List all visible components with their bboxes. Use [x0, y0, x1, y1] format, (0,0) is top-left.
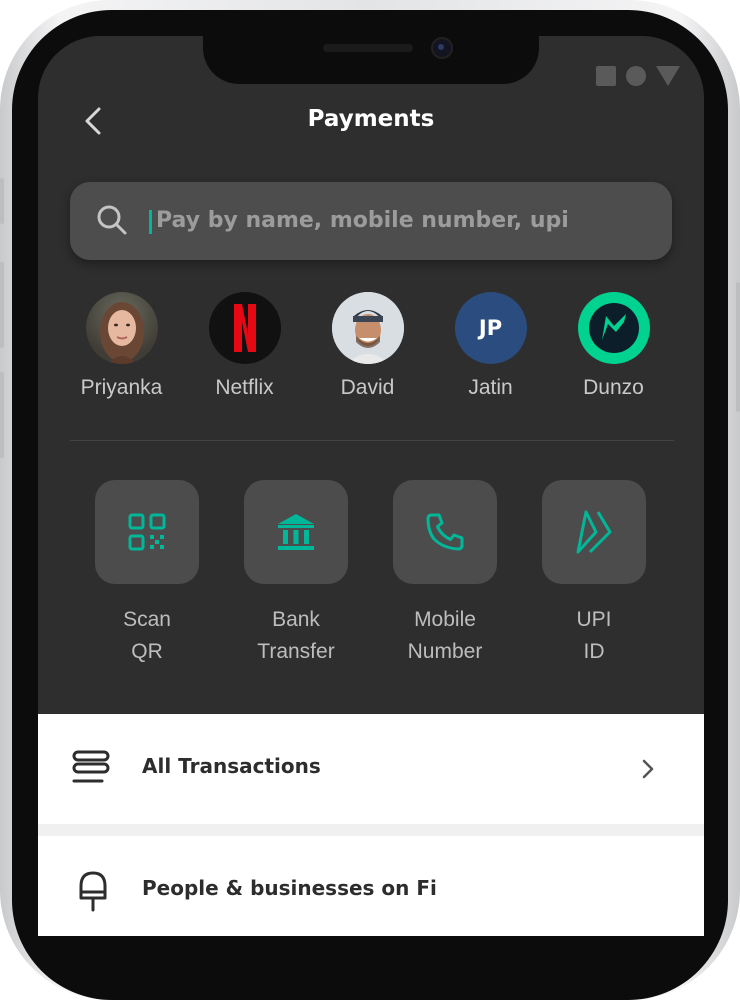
text-cursor [149, 210, 152, 234]
phone-power-button [736, 282, 740, 412]
contact-name: David [340, 376, 395, 399]
action-tile [95, 480, 199, 584]
action-label-line2: QR [131, 640, 163, 663]
search-input[interactable] [156, 198, 646, 242]
search-icon [94, 202, 130, 242]
app-screen: Payments Priyanka [38, 36, 704, 936]
search-bar[interactable] [70, 182, 672, 260]
phone-mute-switch [0, 178, 4, 224]
front-camera [431, 37, 453, 59]
action-label-line1: Mobile [414, 608, 476, 631]
list-panel: All Transactions People & businesses on … [38, 714, 704, 936]
qr-code-icon [128, 513, 166, 551]
contact-name: Priyanka [80, 376, 163, 399]
section-separator [38, 824, 704, 836]
contact-david[interactable]: David [306, 292, 429, 400]
chevron-right-icon [640, 758, 656, 784]
contact-name: Dunzo [583, 376, 644, 399]
back-triangle-icon [656, 66, 680, 86]
people-icon [78, 870, 108, 918]
people-businesses-row[interactable]: People & businesses on Fi [38, 836, 704, 936]
action-label-line1: Bank [272, 608, 320, 631]
row-label: People & businesses on Fi [142, 876, 437, 900]
speaker-grille [323, 44, 413, 52]
payment-options: Scan QR Bank Transfer Mobile Number UPI … [76, 480, 676, 680]
action-label-line1: UPI [576, 608, 612, 631]
contact-netflix[interactable]: Netflix [183, 292, 306, 400]
mobile-number-button[interactable]: Mobile Number [380, 480, 510, 668]
all-transactions-row[interactable]: All Transactions [38, 714, 704, 824]
row-label: All Transactions [142, 754, 321, 778]
upi-id-button[interactable]: UPI ID [529, 480, 659, 668]
avatar-initials: JP [478, 316, 503, 340]
transactions-icon [72, 750, 112, 790]
action-label: Bank Transfer [231, 604, 361, 668]
portrait-priyanka [99, 302, 144, 364]
contact-name: Jatin [468, 376, 513, 399]
contact-name: Netflix [215, 376, 274, 399]
action-label-line2: Number [407, 640, 483, 663]
action-label: Mobile Number [380, 604, 510, 668]
contact-priyanka[interactable]: Priyanka [60, 292, 183, 400]
phone-volume-down-button [0, 372, 4, 458]
bank-icon [278, 514, 314, 550]
dunzo-logo-icon [577, 292, 650, 364]
page-title: Payments [307, 106, 435, 132]
action-label-line2: ID [583, 640, 605, 663]
phone-volume-up-button [0, 262, 4, 348]
action-label-line1: Scan [123, 608, 171, 631]
action-tile [393, 480, 497, 584]
notch [203, 36, 539, 84]
divider [70, 440, 674, 441]
action-tile [244, 480, 348, 584]
avatar [331, 292, 404, 364]
bank-transfer-button[interactable]: Bank Transfer [231, 480, 361, 668]
recent-contacts: Priyanka Netflix David JP Jatin Dunzo [60, 292, 680, 412]
home-icon [626, 66, 646, 86]
phone-icon [426, 513, 464, 551]
avatar [85, 292, 158, 364]
action-label-line2: Transfer [257, 640, 335, 663]
contact-jatin[interactable]: JP Jatin [429, 292, 552, 400]
recent-apps-icon [596, 66, 616, 86]
contact-dunzo[interactable]: Dunzo [552, 292, 675, 400]
action-label: Scan QR [82, 604, 212, 668]
portrait-david [331, 292, 404, 364]
avatar: JP [454, 292, 527, 364]
scan-qr-button[interactable]: Scan QR [82, 480, 212, 668]
netflix-logo-icon [208, 292, 281, 364]
action-tile [542, 480, 646, 584]
system-nav-indicators [596, 66, 680, 86]
upi-icon [576, 510, 612, 554]
action-label: UPI ID [529, 604, 659, 668]
